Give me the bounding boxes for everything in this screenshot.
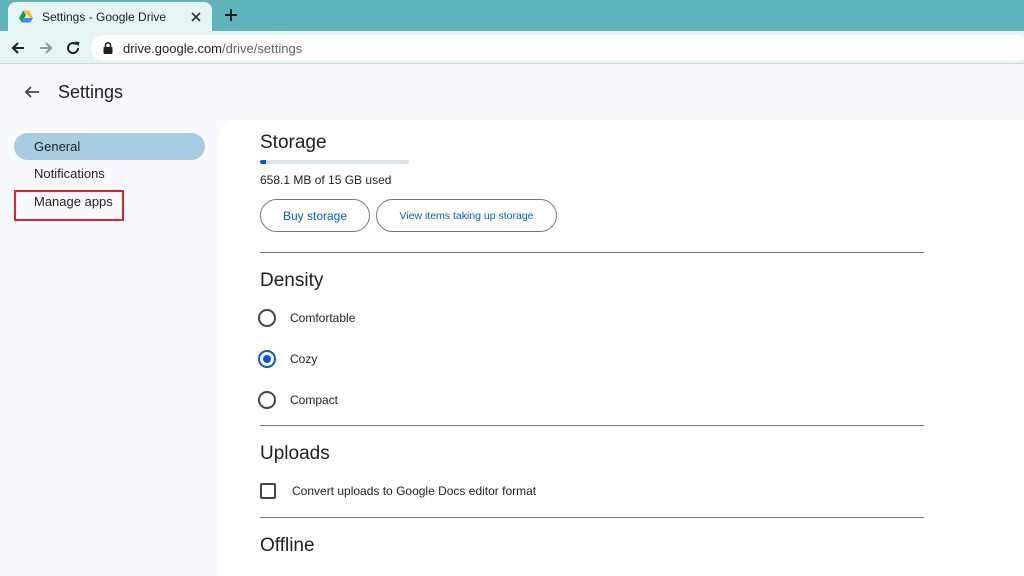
option-label: Comfortable (290, 311, 356, 325)
density-option-cozy[interactable]: Cozy (258, 350, 317, 368)
address-bar[interactable]: drive.google.com/drive/settings (91, 35, 1024, 61)
section-divider (260, 517, 924, 518)
storage-progress-fill (260, 160, 267, 164)
back-arrow-icon[interactable] (22, 82, 42, 102)
density-option-compact[interactable]: Compact (258, 391, 338, 409)
buy-storage-button[interactable]: Buy storage (260, 199, 370, 232)
storage-title: Storage (260, 132, 327, 153)
browser-toolbar: drive.google.com/drive/settings (0, 31, 1024, 64)
highlight-box (14, 190, 124, 221)
browser-tab[interactable]: Settings - Google Drive (8, 2, 212, 31)
settings-content: Storage 658.1 MB of 15 GB used Buy stora… (220, 120, 1024, 576)
reload-icon[interactable] (63, 38, 83, 58)
radio-button-checked[interactable] (258, 350, 276, 368)
url-path: /drive/settings (222, 40, 303, 56)
page-title: Settings (58, 82, 124, 102)
section-divider (260, 252, 924, 253)
convert-uploads-checkbox[interactable] (260, 483, 276, 499)
option-label: Cozy (290, 352, 318, 366)
offline-title: Offline (260, 535, 315, 556)
sidebar-item-notifications[interactable]: Notifications (14, 160, 205, 187)
option-label: Convert uploads to Google Docs editor fo… (292, 484, 537, 498)
forward-nav-icon[interactable] (36, 38, 56, 58)
tab-title: Settings - Google Drive (42, 9, 167, 24)
new-tab-icon[interactable] (221, 5, 241, 25)
section-divider (260, 425, 924, 426)
radio-button[interactable] (258, 391, 276, 409)
radio-button[interactable] (258, 309, 276, 327)
url-host: drive.google.com (123, 40, 222, 56)
uploads-title: Uploads (260, 443, 330, 464)
convert-uploads-option[interactable]: Convert uploads to Google Docs editor fo… (260, 483, 536, 499)
storage-usage-text: 658.1 MB of 15 GB used (260, 173, 392, 187)
option-label: Compact (290, 393, 339, 407)
lock-icon (103, 41, 113, 54)
density-title: Density (260, 270, 324, 291)
storage-progress-bar (260, 160, 409, 164)
density-option-comfortable[interactable]: Comfortable (258, 309, 355, 327)
sidebar-item-general[interactable]: General (14, 133, 205, 160)
google-drive-icon (19, 10, 33, 22)
browser-tabstrip: Settings - Google Drive (0, 0, 1024, 31)
settings-header: Settings (0, 64, 1024, 120)
close-tab-icon[interactable] (188, 9, 204, 25)
view-storage-items-button[interactable]: View items taking up storage (376, 199, 557, 232)
back-nav-icon[interactable] (8, 38, 28, 58)
